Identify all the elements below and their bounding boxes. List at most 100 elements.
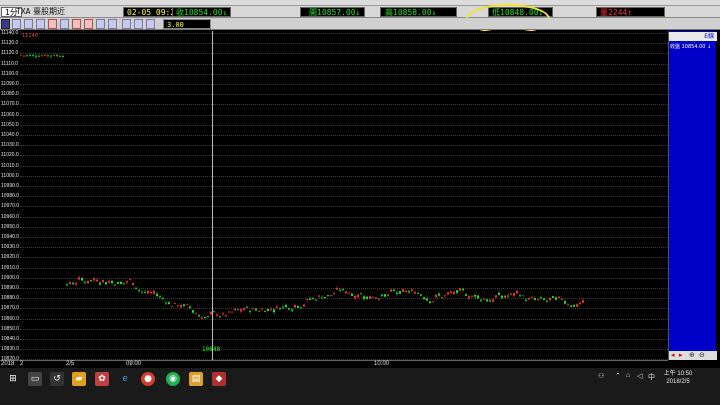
scroll-left-icon[interactable]: ◂ (671, 352, 675, 359)
candle-body (207, 316, 209, 318)
crosshair-price-label: 10848 (202, 346, 221, 353)
network-icon[interactable]: ⌂ (626, 372, 630, 379)
erase-tool-icon[interactable] (146, 19, 155, 29)
candle-body (246, 306, 248, 308)
step-value-field[interactable]: 3.00 (163, 19, 211, 29)
trading-app-icon[interactable]: ◆ (212, 372, 226, 386)
price-axis-label: 10950.0 (1, 223, 20, 230)
edge-browser-icon[interactable]: e (118, 372, 132, 386)
candle-body (570, 305, 572, 307)
taskbar-clock[interactable]: 上午 10:50 2018/2/5 (658, 370, 698, 386)
files-icon[interactable]: ▤ (189, 372, 203, 386)
ray-tool-icon[interactable] (36, 19, 45, 29)
paint-icon[interactable]: ✿ (95, 372, 109, 386)
candle-body (456, 290, 458, 293)
candle-body (105, 282, 107, 285)
axis-month-label: 2 (20, 361, 24, 367)
people-icon[interactable]: ⚇ (598, 372, 604, 380)
candle-body (315, 299, 317, 301)
candle-body (387, 294, 389, 296)
candle-body (267, 308, 269, 311)
candles-layer (20, 53, 584, 319)
candlestick-chart[interactable]: 11140.0 11130.0 11120.0 11110.0 11100.0 11090… (0, 30, 668, 362)
price-axis-label: 11090.0 (1, 81, 19, 87)
candle-body (114, 284, 116, 286)
candle-body (294, 305, 296, 308)
candle-body (522, 295, 524, 297)
candle-body (234, 308, 236, 311)
candle-body (132, 283, 134, 286)
candle-body (186, 304, 188, 306)
candle-body (327, 295, 329, 296)
folder-icon[interactable]: ▰ (72, 372, 86, 386)
start-icon[interactable]: ⊞ (6, 372, 20, 386)
candle-body (129, 278, 131, 280)
line-app-icon[interactable]: ◉ (166, 372, 180, 386)
candle-body (540, 297, 542, 299)
scroll-right-icon[interactable]: ▸ (679, 352, 683, 359)
candle-body (471, 296, 473, 298)
windows-taskbar: ⊞ ▭ ↺ ▰ ✿ e ● ◉ ▤ ◆ ⚇ ⌃ ⌂ ◁ 中 上午 10:50 2… (0, 368, 720, 405)
candle-body (447, 292, 449, 295)
candle-body (174, 303, 176, 304)
grid-tool-icon[interactable] (84, 19, 93, 29)
line-tool-icon[interactable] (12, 19, 21, 29)
candle-body (345, 291, 347, 294)
candle-body (87, 280, 89, 284)
candle-body (29, 55, 31, 57)
candle-body (303, 304, 305, 307)
candle-body (72, 282, 74, 285)
candle-body (288, 308, 290, 310)
candle-body (66, 284, 68, 286)
zoom-tool-icon[interactable] (122, 19, 131, 29)
candle-body (228, 311, 230, 313)
candle-body (501, 295, 503, 298)
candle-body (198, 315, 200, 317)
fib-tool-icon[interactable] (48, 19, 57, 29)
candle-body (324, 296, 326, 299)
symbol-name: 臺股期近 (33, 7, 65, 16)
candle-body (399, 291, 401, 294)
candle-body (363, 296, 365, 299)
candle-body (384, 294, 386, 297)
candle-body (330, 294, 332, 296)
ime-indicator[interactable]: 中 (648, 372, 655, 382)
chrome-icon[interactable]: ● (141, 372, 155, 386)
channel-tool-icon[interactable] (60, 19, 69, 29)
candle-body (153, 291, 155, 294)
tray-chevron-icon[interactable]: ⌃ (615, 372, 621, 380)
symbol-field[interactable]: TXA (16, 7, 30, 17)
candle-body (195, 313, 197, 315)
candle-body (378, 299, 380, 301)
candle-body (564, 301, 566, 304)
candle-body (26, 55, 28, 57)
candle-body (219, 316, 221, 318)
task-view-icon[interactable]: ▭ (28, 372, 42, 386)
axis-year-label: 2018 (1, 361, 15, 367)
quote-bar: 1分 TXA 臺股期近 02-05 09:21 收10854.00↓ 開1085… (0, 4, 720, 34)
cursor-tool-icon[interactable] (1, 19, 10, 29)
price-axis-label: 11050.0 (1, 121, 19, 128)
candle-body (177, 305, 179, 307)
candle-body (90, 279, 92, 281)
candle-body (141, 291, 143, 293)
trend-tool-icon[interactable] (24, 19, 33, 29)
candle-body (417, 293, 419, 294)
price-axis-label: 10920.0 (1, 254, 20, 261)
text-tool-icon[interactable] (72, 19, 81, 29)
pan-tool-icon[interactable] (134, 19, 143, 29)
volume-icon[interactable]: ◁ (637, 372, 642, 380)
zoom-in-icon[interactable]: ⊕ (689, 352, 695, 359)
price-axis-label: 11040.0 (1, 132, 19, 138)
zoom-out-icon[interactable]: ⊖ (699, 352, 705, 359)
explorer-back-icon[interactable]: ↺ (50, 372, 64, 386)
arrow-tool-icon[interactable] (108, 19, 117, 29)
candle-body (306, 299, 308, 301)
candle-body (93, 278, 95, 281)
box-tool-icon[interactable] (96, 19, 105, 29)
candle-body (216, 314, 218, 316)
price-axis-label: 11110.0 (1, 60, 18, 67)
candle-body (441, 297, 443, 299)
candle-body (468, 296, 470, 299)
info-panel: E線 收盤 10854.00 ↓ ◂ ▸ ⊕ ⊖ (668, 31, 717, 360)
